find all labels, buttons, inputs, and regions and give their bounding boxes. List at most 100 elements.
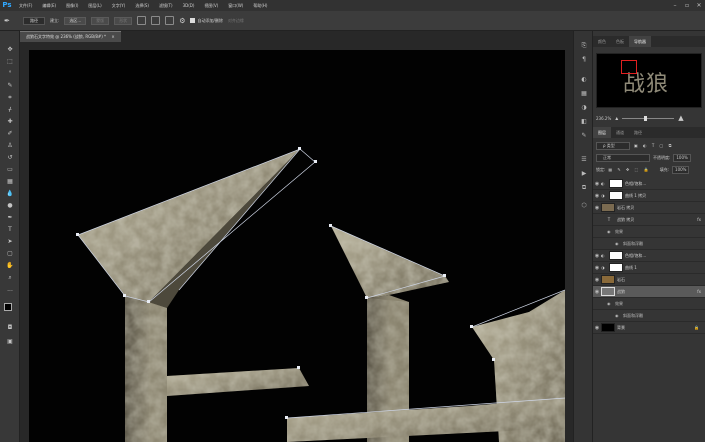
quick-mask-icon[interactable]: ◘	[5, 323, 15, 332]
menu-select[interactable]: 选择(S)	[130, 0, 154, 11]
properties-panel-icon[interactable]: ☰	[579, 155, 589, 164]
move-tool-icon[interactable]: ✥	[5, 45, 15, 54]
filter-icons[interactable]: ▣ ◐ T ▢ ⧉	[634, 143, 673, 148]
eye-icon[interactable]: ◉	[593, 253, 601, 259]
dodge-tool-icon[interactable]: ●	[5, 201, 15, 210]
layer-effects-row[interactable]: ◉ 效果	[593, 298, 705, 310]
screen-mode-icon[interactable]: ▣	[5, 337, 15, 346]
layer-row[interactable]: ◉ 岩石 拷贝	[593, 202, 705, 214]
layer-name[interactable]: 战狼 拷贝	[617, 217, 634, 223]
fx-badge[interactable]: fx	[697, 217, 701, 222]
eye-icon[interactable]: ◉	[593, 193, 601, 199]
navigator-zoom-value[interactable]: 236.2%	[596, 116, 611, 121]
tab-color[interactable]: 颜色	[593, 36, 611, 47]
layer-name[interactable]: 色相/饱和...	[625, 253, 646, 259]
path-selection-icon[interactable]: ➤	[5, 237, 15, 246]
actions-panel-icon[interactable]: ▶	[579, 169, 589, 178]
eye-icon[interactable]: ◉	[593, 205, 601, 211]
menu-file[interactable]: 文件(F)	[14, 0, 37, 11]
layer-row[interactable]: ◉ ◐ 色相/饱和...	[593, 178, 705, 190]
eye-icon[interactable]: ◉	[607, 229, 615, 234]
auto-add-delete-checkbox[interactable]: 自动添加/删除	[190, 16, 223, 26]
tab-paths[interactable]: 路径	[629, 127, 647, 138]
more-tools-icon[interactable]: ···	[5, 287, 15, 296]
clone-source-icon[interactable]: ⧉	[579, 183, 589, 192]
layer-row[interactable]: T 战狼 拷贝 fx	[593, 214, 705, 226]
menu-3d[interactable]: 3D(D)	[178, 0, 200, 11]
brush-tool-icon[interactable]: ✐	[5, 129, 15, 138]
path-arrangement-icon[interactable]	[165, 16, 175, 25]
menu-layer[interactable]: 图层(L)	[83, 0, 106, 11]
layer-name[interactable]: 岩石 拷贝	[617, 205, 634, 211]
minimize-button[interactable]: –	[669, 0, 681, 11]
paragraph-panel-icon[interactable]: ¶	[579, 55, 589, 64]
healing-brush-icon[interactable]: ✚	[5, 117, 15, 126]
layer-name[interactable]: 背景	[617, 325, 625, 331]
layer-effect-item[interactable]: ◉ 斜面和浮雕	[593, 238, 705, 250]
3d-panel-icon[interactable]: ⬡	[579, 201, 589, 210]
styles-panel-icon[interactable]: ◧	[579, 117, 589, 126]
marquee-tool-icon[interactable]: ⬚	[5, 57, 15, 66]
type-tool-icon[interactable]: T	[5, 225, 15, 234]
shape-button[interactable]: 形状	[114, 16, 133, 25]
tab-channels[interactable]: 通道	[611, 127, 629, 138]
pen-tool-icon[interactable]: ✒	[5, 213, 15, 222]
mask-button[interactable]: 蒙版	[91, 16, 110, 25]
menu-type[interactable]: 文字(Y)	[107, 0, 131, 11]
eye-icon[interactable]: ◉	[615, 313, 623, 318]
fill-field[interactable]: 100%	[672, 165, 690, 174]
tab-navigator[interactable]: 导航器	[629, 36, 651, 47]
eraser-tool-icon[interactable]: ▭	[5, 165, 15, 174]
history-panel-icon[interactable]: ⎘	[579, 41, 589, 50]
eye-icon[interactable]: ◉	[593, 181, 601, 187]
eye-icon[interactable]: ◉	[593, 289, 601, 295]
eye-icon[interactable]: ◉	[607, 301, 615, 306]
align-edges-label[interactable]: 对齐边缘	[228, 16, 244, 26]
adjustments-panel-icon[interactable]: ◑	[579, 103, 589, 112]
color-panel-icon[interactable]: ◐	[579, 75, 589, 84]
layer-row[interactable]: ◉ ◑ 曲线 1 拷贝	[593, 190, 705, 202]
eye-icon[interactable]: ◉	[593, 277, 601, 283]
selection-button[interactable]: 选区...	[64, 16, 87, 25]
fx-badge[interactable]: fx	[697, 289, 701, 294]
quick-select-tool-icon[interactable]: ✎	[5, 81, 15, 90]
brush-panel-icon[interactable]: ✎	[579, 131, 589, 140]
layer-row[interactable]: ◉ 背景 🔒	[593, 322, 705, 334]
close-tab-icon[interactable]: ×	[111, 34, 114, 39]
document-tab[interactable]: 战狼石文字特效 @ 236% (战狼, RGB/8#) * ×	[20, 31, 121, 42]
clone-stamp-icon[interactable]: ♙	[5, 141, 15, 150]
layer-row-selected[interactable]: ◉ 战狼 fx	[593, 286, 705, 298]
gradient-tool-icon[interactable]: ▦	[5, 177, 15, 186]
pen-tool-preset-icon[interactable]: ✒	[4, 16, 18, 26]
layer-effect-item[interactable]: ◉ 斜面和浮雕	[593, 310, 705, 322]
path-operations-icon[interactable]	[137, 16, 147, 25]
tab-swatches[interactable]: 色板	[611, 36, 629, 47]
lasso-tool-icon[interactable]: ᐤ	[5, 69, 15, 78]
layer-kind-filter[interactable]: ρ 类型	[596, 141, 630, 150]
menu-view[interactable]: 视图(V)	[199, 0, 223, 11]
layer-name[interactable]: 色相/饱和...	[625, 181, 646, 187]
zoom-slider[interactable]	[622, 115, 675, 121]
layer-row[interactable]: ◉ ◐ 色相/饱和...	[593, 250, 705, 262]
gear-icon[interactable]: ⚙	[179, 16, 185, 26]
eye-icon[interactable]: ◉	[593, 265, 601, 271]
blend-mode-select[interactable]: 正常	[596, 153, 650, 162]
menu-window[interactable]: 窗口(W)	[223, 0, 248, 11]
menu-help[interactable]: 帮助(H)	[248, 0, 272, 11]
path-alignment-icon[interactable]	[151, 16, 161, 25]
eye-icon[interactable]: ◉	[615, 241, 623, 246]
crop-tool-icon[interactable]: ⌗	[5, 93, 15, 102]
navigator-thumbnail[interactable]: 战狼	[596, 53, 702, 108]
shape-tool-icon[interactable]: ▢	[5, 249, 15, 258]
hand-tool-icon[interactable]: ✋	[5, 261, 15, 270]
menu-filter[interactable]: 滤镜(T)	[154, 0, 178, 11]
blur-tool-icon[interactable]: 💧	[5, 189, 15, 198]
layer-row[interactable]: ◉ ◑ 曲线 1	[593, 262, 705, 274]
swatches-panel-icon[interactable]: ▦	[579, 89, 589, 98]
eye-icon[interactable]: ◉	[593, 325, 601, 331]
lock-icons[interactable]: ▦ ✎ ✥ ⬚ 🔒	[608, 167, 650, 172]
zoom-out-icon[interactable]: ▴	[615, 115, 618, 122]
close-window-button[interactable]: ✕	[693, 0, 705, 11]
zoom-tool-icon[interactable]: ⌕	[5, 273, 15, 282]
layer-name[interactable]: 曲线 1	[625, 265, 637, 271]
